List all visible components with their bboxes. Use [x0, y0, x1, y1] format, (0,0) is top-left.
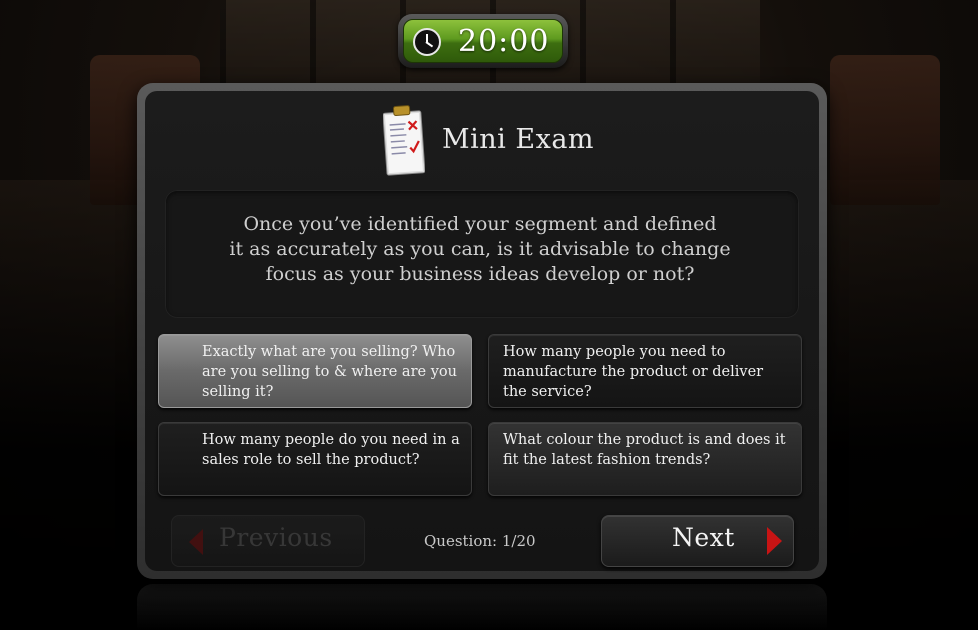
answer-label: What colour the product is and does it f… — [503, 432, 786, 468]
question-line: focus as your business ideas develop or … — [265, 263, 695, 285]
exam-panel — [137, 83, 827, 579]
answer-option-4[interactable]: What colour the product is and does it f… — [488, 422, 802, 496]
background-chair-right — [830, 55, 940, 205]
question-line: Once you’ve identified your segment and … — [243, 213, 717, 235]
question-text: Once you’ve identified your segment and … — [205, 212, 755, 287]
arrow-right-icon — [767, 527, 782, 555]
previous-label: Previous — [219, 523, 333, 552]
answer-label: Exactly what are you selling? Who are yo… — [202, 344, 457, 400]
clipboard-icon — [383, 105, 425, 176]
timer-display: 20:00 — [403, 19, 563, 63]
arrow-left-icon — [189, 529, 203, 555]
next-button[interactable]: Next — [601, 515, 794, 567]
answer-option-3[interactable]: How many people do you need in a sales r… — [158, 422, 472, 496]
answer-label: How many people you need to manufacture … — [503, 344, 764, 400]
next-label: Next — [672, 523, 735, 552]
previous-button[interactable]: Previous — [171, 515, 365, 567]
exam-panel-inner — [145, 91, 819, 571]
timer: 20:00 — [398, 14, 568, 68]
question-line: it as accurately as you can, is it advis… — [229, 238, 731, 260]
panel-reflection — [137, 584, 827, 630]
question-counter: Question: 1/20 — [424, 532, 536, 550]
answer-option-2[interactable]: How many people you need to manufacture … — [488, 334, 802, 408]
answer-label: How many people do you need in a sales r… — [202, 432, 460, 468]
exam-title: Mini Exam — [442, 124, 595, 155]
clock-icon — [413, 28, 441, 56]
timer-value: 20:00 — [458, 24, 550, 59]
answer-option-1[interactable]: Exactly what are you selling? Who are yo… — [158, 334, 472, 408]
